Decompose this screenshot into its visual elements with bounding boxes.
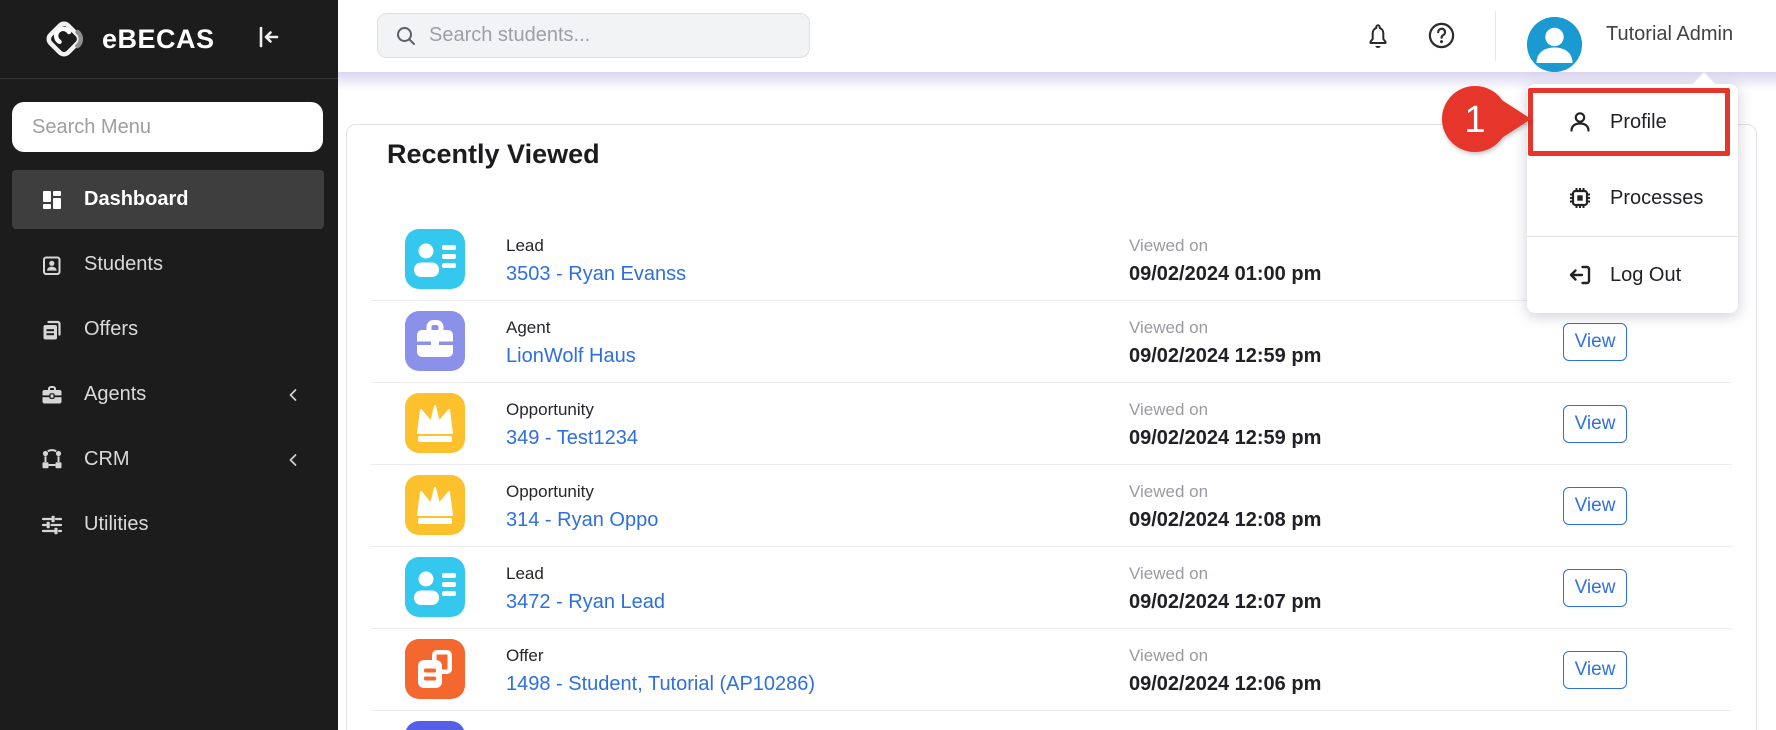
sidebar-search-input[interactable] — [12, 102, 323, 152]
viewed-on-label: Viewed on — [1129, 400, 1209, 419]
sidebar-item-students[interactable]: Students — [12, 235, 324, 294]
item-type: Lead — [506, 236, 544, 255]
list-item: Lead 3472 - Ryan Lead Viewed on 09/02/20… — [347, 557, 1756, 639]
app-root: eBECAS Dashboard — [0, 0, 1776, 730]
agent-briefcase-icon — [405, 311, 465, 371]
viewed-on-label: Viewed on — [1129, 646, 1209, 665]
view-button[interactable]: View — [1563, 569, 1627, 607]
item-link[interactable]: 1498 - Student, Tutorial (AP10286) — [506, 672, 815, 696]
lead-contact-icon — [405, 557, 465, 617]
user-dropdown-menu: Profile Processes Log Out — [1527, 71, 1738, 313]
viewed-on-label: Viewed on — [1129, 482, 1209, 501]
item-type: Opportunity — [506, 400, 594, 419]
item-type: Lead — [506, 564, 544, 583]
menu-item-label: Profile — [1610, 110, 1667, 133]
truncated-row-icon — [405, 721, 465, 730]
sidebar-item-offers[interactable]: Offers — [12, 300, 324, 359]
sidebar: eBECAS Dashboard — [0, 0, 338, 730]
viewed-date: 09/02/2024 12:08 pm — [1129, 509, 1322, 531]
view-button[interactable]: View — [1563, 405, 1627, 443]
sidebar-item-label: Offers — [84, 318, 139, 340]
sidebar-item-dashboard[interactable]: Dashboard — [12, 170, 324, 229]
sidebar-item-label: CRM — [84, 448, 130, 470]
collapse-sidebar-icon[interactable] — [254, 23, 282, 51]
view-button[interactable]: View — [1563, 487, 1627, 525]
utilities-sliders-icon — [41, 515, 63, 534]
processes-chip-icon — [1570, 188, 1590, 208]
topbar-divider — [1495, 11, 1496, 61]
sidebar-search — [12, 102, 323, 152]
offers-documents-icon — [43, 320, 61, 339]
brand-title: eBECAS — [102, 23, 215, 54]
viewed-date: 09/02/2024 12:59 pm — [1129, 427, 1322, 449]
menu-item-processes[interactable]: Processes — [1527, 160, 1738, 236]
item-link[interactable]: LionWolf Haus — [506, 344, 636, 368]
student-search-input[interactable] — [429, 24, 795, 47]
lead-contact-icon — [405, 229, 465, 289]
viewed-on-label: Viewed on — [1129, 318, 1209, 337]
item-type: Offer — [506, 646, 544, 665]
dashboard-icon — [43, 190, 61, 209]
view-button[interactable]: View — [1563, 323, 1627, 361]
notifications-bell-icon[interactable] — [1364, 21, 1392, 51]
list-item-truncated — [347, 721, 1756, 730]
menu-item-profile[interactable]: Profile — [1527, 84, 1738, 160]
viewed-date: 09/02/2024 12:07 pm — [1129, 591, 1322, 613]
chevron-left-icon — [289, 388, 297, 401]
menu-item-label: Log Out — [1610, 263, 1682, 286]
chevron-left-icon — [289, 453, 297, 466]
sidebar-item-utilities[interactable]: Utilities — [12, 495, 324, 554]
menu-item-logout[interactable]: Log Out — [1527, 237, 1738, 313]
view-button[interactable]: View — [1563, 651, 1627, 689]
sidebar-item-agents[interactable]: Agents — [12, 365, 324, 424]
item-link[interactable]: 349 - Test1234 — [506, 426, 638, 450]
annotation-step-balloon: 1 — [1442, 86, 1531, 152]
opportunity-crown-icon — [405, 393, 465, 453]
topbar: Tutorial Admin — [338, 0, 1776, 72]
students-badge-icon — [43, 256, 61, 275]
viewed-date: 09/02/2024 12:06 pm — [1129, 673, 1322, 695]
annotation-step-number: 1 — [1464, 99, 1485, 141]
crm-hub-icon — [42, 448, 62, 468]
menu-item-label: Processes — [1610, 186, 1704, 209]
sidebar-item-crm[interactable]: CRM — [12, 430, 324, 489]
opportunity-crown-icon — [405, 475, 465, 535]
item-link[interactable]: 3472 - Ryan Lead — [506, 590, 665, 614]
item-type: Agent — [506, 318, 551, 337]
list-item: Opportunity 349 - Test1234 Viewed on 09/… — [347, 393, 1756, 475]
student-search — [377, 13, 810, 58]
list-item: Agent LionWolf Haus Viewed on 09/02/2024… — [347, 311, 1756, 393]
agents-briefcase-icon — [42, 385, 62, 403]
search-magnifier-icon — [397, 26, 415, 45]
user-avatar-icon[interactable] — [1527, 17, 1582, 72]
ebecas-diamond-logo-icon — [46, 21, 84, 57]
sidebar-item-label: Utilities — [84, 513, 149, 535]
viewed-date: 09/02/2024 01:00 pm — [1129, 263, 1322, 285]
viewed-on-label: Viewed on — [1129, 564, 1209, 583]
offer-documents-icon — [405, 639, 465, 699]
item-type: Opportunity — [506, 482, 594, 501]
sidebar-item-label: Students — [84, 253, 163, 275]
profile-person-icon — [1570, 112, 1590, 132]
sidebar-header: eBECAS — [0, 0, 338, 79]
viewed-date: 09/02/2024 12:59 pm — [1129, 345, 1322, 367]
sidebar-item-label: Agents — [84, 383, 147, 405]
sidebar-nav: Dashboard Students Offers Agents CRM Uti… — [0, 170, 338, 554]
help-question-icon[interactable] — [1427, 21, 1456, 50]
list-item: Opportunity 314 - Ryan Oppo Viewed on 09… — [347, 475, 1756, 557]
item-link[interactable]: 3503 - Ryan Evanss — [506, 262, 686, 286]
user-name[interactable]: Tutorial Admin — [1606, 23, 1733, 46]
list-item: Offer 1498 - Student, Tutorial (AP10286)… — [347, 639, 1756, 721]
sidebar-item-label: Dashboard — [84, 188, 189, 210]
viewed-on-label: Viewed on — [1129, 236, 1209, 255]
logout-exit-icon — [1569, 265, 1591, 285]
item-link[interactable]: 314 - Ryan Oppo — [506, 508, 658, 532]
